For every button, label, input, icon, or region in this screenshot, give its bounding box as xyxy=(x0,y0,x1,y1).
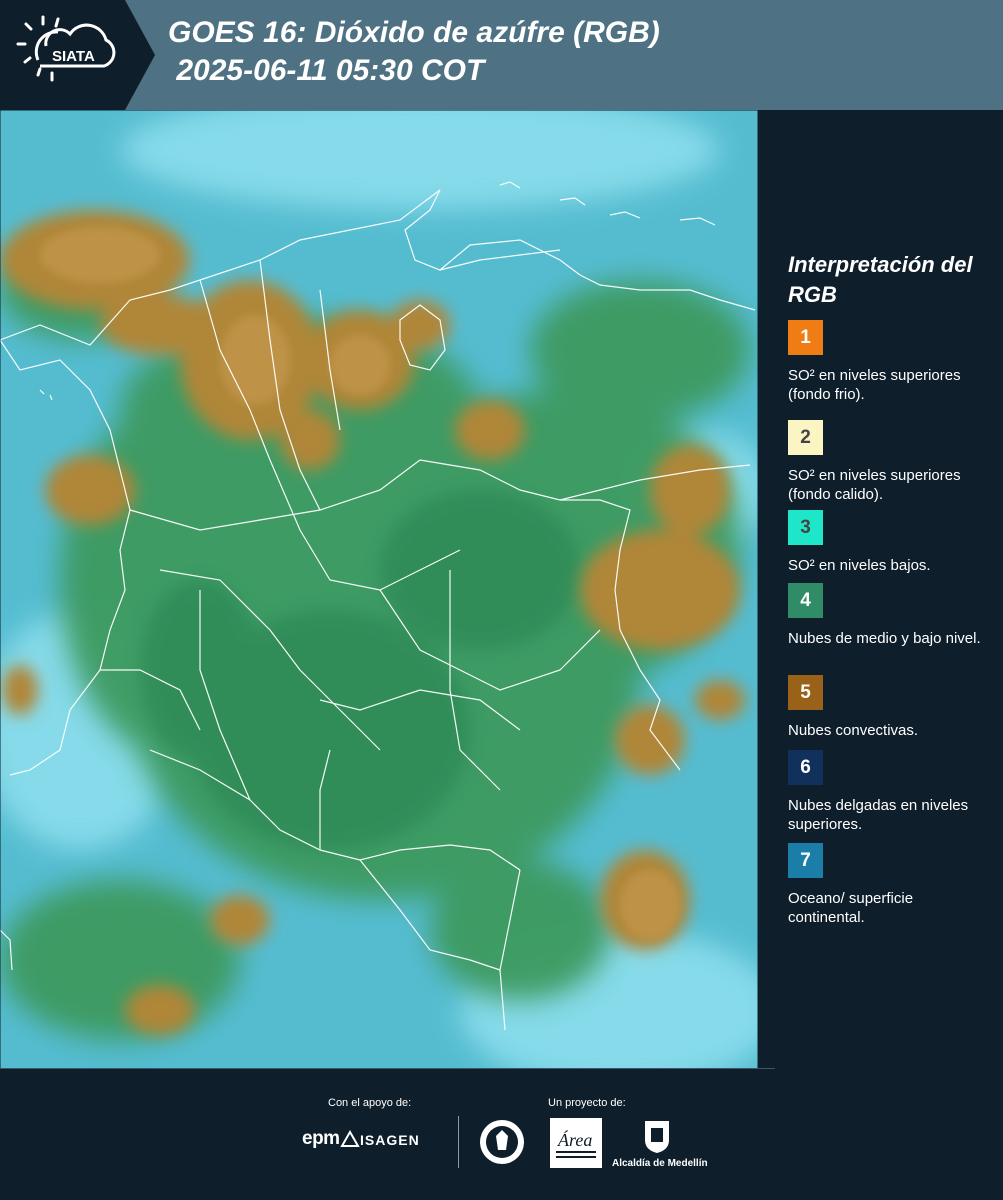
legend-label-7: Oceano/ superficie continental. xyxy=(788,890,914,926)
footer: Con el apoyo de: Un proyecto de: epm ISA… xyxy=(0,1068,1003,1200)
svg-text:Área: Área xyxy=(557,1129,592,1150)
legend-item-6: 6 Nubes delgadas en niveles superiores. xyxy=(788,750,988,834)
footer-separator xyxy=(458,1116,459,1168)
legend-label-4: Nubes de medio y bajo nivel. xyxy=(788,630,981,647)
legend-item-3: 3 SO² en niveles bajos. xyxy=(788,510,988,575)
alcaldia-shield-icon xyxy=(645,1121,669,1153)
legend-item-4: 4 Nubes de medio y bajo nivel. xyxy=(788,583,988,648)
legend-label-3: SO² en niveles bajos. xyxy=(788,557,931,574)
legend-item-7: 7 Oceano/ superficie continental. xyxy=(788,843,988,927)
page-title: GOES 16: Dióxido de azúfre (RGB) 2025-06… xyxy=(168,14,660,90)
svg-text:SIATA: SIATA xyxy=(52,48,95,65)
legend-item-2: 2 SO² en niveles superiores (fondo calid… xyxy=(788,420,988,504)
legend-swatch-3: 3 xyxy=(788,510,823,545)
epm-logo: epm xyxy=(302,1128,340,1149)
project-label: Un proyecto de: xyxy=(548,1097,626,1109)
satellite-map xyxy=(0,110,758,1070)
alcaldia-label: Alcaldía de Medellín xyxy=(612,1158,708,1169)
siata-logo: SIATA xyxy=(0,0,155,110)
legend-swatch-4: 4 xyxy=(788,583,823,618)
footer-divider-line xyxy=(0,1068,775,1069)
legend-swatch-7: 7 xyxy=(788,843,823,878)
legend-item-5: 5 Nubes convectivas. xyxy=(788,675,988,740)
legend: Interpretación del RGB 1 SO² en niveles … xyxy=(760,110,1003,1068)
map-image xyxy=(0,110,758,1070)
area-metropolitana-logo: Área xyxy=(550,1118,602,1168)
medellin-seal-icon xyxy=(480,1120,524,1164)
isagen-icon xyxy=(340,1130,360,1147)
legend-swatch-5: 5 xyxy=(788,675,823,710)
isagen-logo: ISAGEN xyxy=(360,1132,420,1148)
title-line-2: 2025-06-11 05:30 COT xyxy=(168,54,485,87)
legend-swatch-1: 1 xyxy=(788,320,823,355)
legend-swatch-6: 6 xyxy=(788,750,823,785)
legend-label-5: Nubes convectivas. xyxy=(788,722,919,739)
legend-label-1: SO² en niveles superiores (fondo frio). xyxy=(788,367,961,403)
legend-item-1: 1 SO² en niveles superiores (fondo frio)… xyxy=(788,320,988,404)
legend-label-2: SO² en niveles superiores (fondo calido)… xyxy=(788,467,961,503)
support-label: Con el apoyo de: xyxy=(328,1097,412,1109)
legend-label-6: Nubes delgadas en niveles superiores. xyxy=(788,797,969,833)
title-line-1: GOES 16: Dióxido de azúfre (RGB) xyxy=(168,16,660,49)
legend-swatch-2: 2 xyxy=(788,420,823,455)
legend-title: Interpretación del RGB xyxy=(788,252,973,307)
header: SIATA GOES 16: Dióxido de azúfre (RGB) 2… xyxy=(0,0,1003,110)
